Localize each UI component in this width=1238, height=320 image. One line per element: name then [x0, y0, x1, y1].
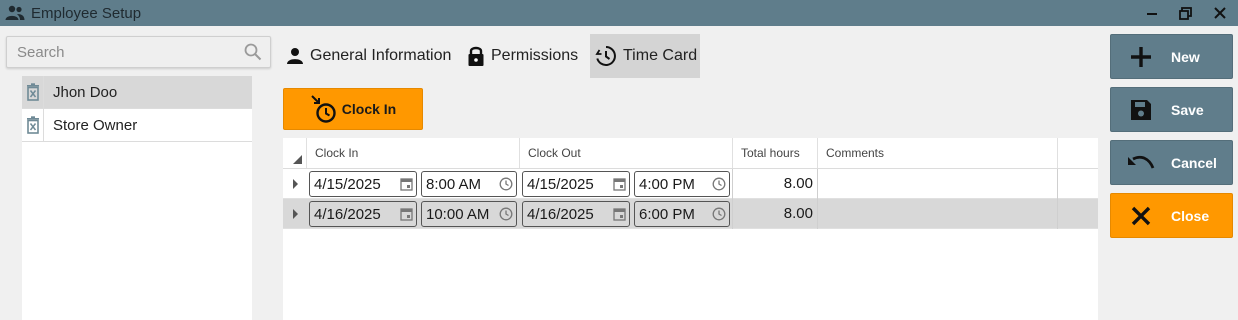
- grid-header: Clock In Clock Out Total hours Comments: [283, 138, 1098, 169]
- calendar-icon[interactable]: [400, 177, 413, 191]
- clock-in-time-field[interactable]: 10:00 AM: [421, 201, 517, 227]
- select-all-corner[interactable]: [283, 138, 307, 168]
- clock-in-label: Clock In: [341, 101, 397, 117]
- delete-employee-icon[interactable]: [22, 76, 44, 108]
- restore-icon[interactable]: [1168, 0, 1202, 26]
- clock-out-time-field[interactable]: 4:00 PM: [634, 171, 730, 197]
- table-row[interactable]: 4/16/2025 10:00 AM 4/16/2025 6:00 PM 8.0…: [283, 199, 1098, 229]
- column-header-clock-out[interactable]: Clock Out: [520, 138, 733, 168]
- list-item[interactable]: Store Owner: [22, 109, 252, 142]
- save-button[interactable]: Save: [1110, 87, 1233, 132]
- time-card-grid: Clock In Clock Out Total hours Comments …: [283, 138, 1098, 320]
- clock-in-icon: [310, 94, 338, 124]
- new-button[interactable]: New: [1110, 34, 1233, 79]
- clock-in-time-value: 10:00 AM: [426, 205, 490, 223]
- comments-cell[interactable]: [818, 199, 1058, 229]
- calendar-icon[interactable]: [613, 207, 626, 221]
- tab-permissions[interactable]: Permissions: [461, 34, 586, 78]
- list-item[interactable]: Jhon Doo: [22, 76, 252, 109]
- clock-icon[interactable]: [712, 207, 726, 221]
- clock-in-time-value: 8:00 AM: [426, 175, 482, 193]
- search-icon[interactable]: [244, 43, 262, 66]
- clock-history-icon: [595, 45, 617, 67]
- window-title: Employee Setup: [31, 4, 142, 22]
- lock-icon: [467, 45, 485, 67]
- people-icon: [4, 2, 26, 24]
- calendar-icon[interactable]: [400, 207, 413, 221]
- clock-out-time-value: 6:00 PM: [639, 205, 695, 223]
- column-header-comments[interactable]: Comments: [818, 138, 1058, 168]
- clock-icon[interactable]: [712, 177, 726, 191]
- clock-in-time-field[interactable]: 8:00 AM: [421, 171, 517, 197]
- close-icon[interactable]: [1203, 0, 1237, 26]
- clock-out-date-value: 4/15/2025: [527, 175, 594, 193]
- clock-in-date-field[interactable]: 4/15/2025: [309, 171, 417, 197]
- cancel-button[interactable]: Cancel: [1110, 140, 1233, 185]
- close-icon: [1111, 206, 1171, 226]
- search-box: [6, 36, 271, 68]
- tab-label: Time Card: [623, 47, 698, 64]
- clock-out-time-value: 4:00 PM: [639, 175, 695, 193]
- total-hours-cell[interactable]: 8.00: [732, 199, 816, 229]
- calendar-icon[interactable]: [613, 177, 626, 191]
- tab-label: Permissions: [491, 47, 579, 64]
- row-indicator: [293, 179, 298, 189]
- clock-in-date-field[interactable]: 4/16/2025: [309, 201, 417, 227]
- table-row[interactable]: 4/15/2025 8:00 AM 4/15/2025 4:00 PM 8.00: [283, 169, 1098, 199]
- new-label: New: [1171, 48, 1200, 65]
- employee-name: Jhon Doo: [53, 83, 118, 101]
- title-bar: Employee Setup: [0, 0, 1238, 26]
- tab-time-card[interactable]: Time Card: [590, 34, 700, 78]
- clock-out-date-field[interactable]: 4/16/2025: [522, 201, 630, 227]
- clock-icon[interactable]: [499, 177, 513, 191]
- save-icon: [1111, 99, 1171, 121]
- column-header-clock-in[interactable]: Clock In: [307, 138, 520, 168]
- close-label: Close: [1171, 207, 1210, 224]
- save-label: Save: [1171, 101, 1204, 118]
- clock-out-date-value: 4/16/2025: [527, 205, 594, 223]
- column-header-total-hours[interactable]: Total hours: [733, 138, 818, 168]
- row-indicator: [293, 209, 298, 219]
- delete-employee-icon[interactable]: [22, 109, 44, 141]
- clock-in-date-value: 4/15/2025: [314, 175, 381, 193]
- search-input[interactable]: [7, 37, 237, 67]
- clock-in-button[interactable]: Clock In: [283, 88, 423, 130]
- minimize-icon[interactable]: [1135, 0, 1169, 26]
- comments-cell[interactable]: [818, 169, 1058, 199]
- clock-icon[interactable]: [499, 207, 513, 221]
- tab-general-information[interactable]: General Information: [281, 34, 457, 78]
- person-icon: [286, 47, 304, 65]
- employee-name: Store Owner: [53, 116, 138, 134]
- clock-out-date-field[interactable]: 4/15/2025: [522, 171, 630, 197]
- total-hours-cell[interactable]: 8.00: [732, 169, 816, 199]
- clock-out-time-field[interactable]: 6:00 PM: [634, 201, 730, 227]
- tab-label: General Information: [310, 47, 452, 64]
- plus-icon: [1111, 46, 1171, 68]
- employee-list: Jhon Doo Store Owner: [22, 76, 252, 320]
- close-button[interactable]: Close: [1110, 193, 1233, 238]
- clock-in-date-value: 4/16/2025: [314, 205, 381, 223]
- undo-icon: [1111, 154, 1171, 172]
- cancel-label: Cancel: [1171, 154, 1217, 171]
